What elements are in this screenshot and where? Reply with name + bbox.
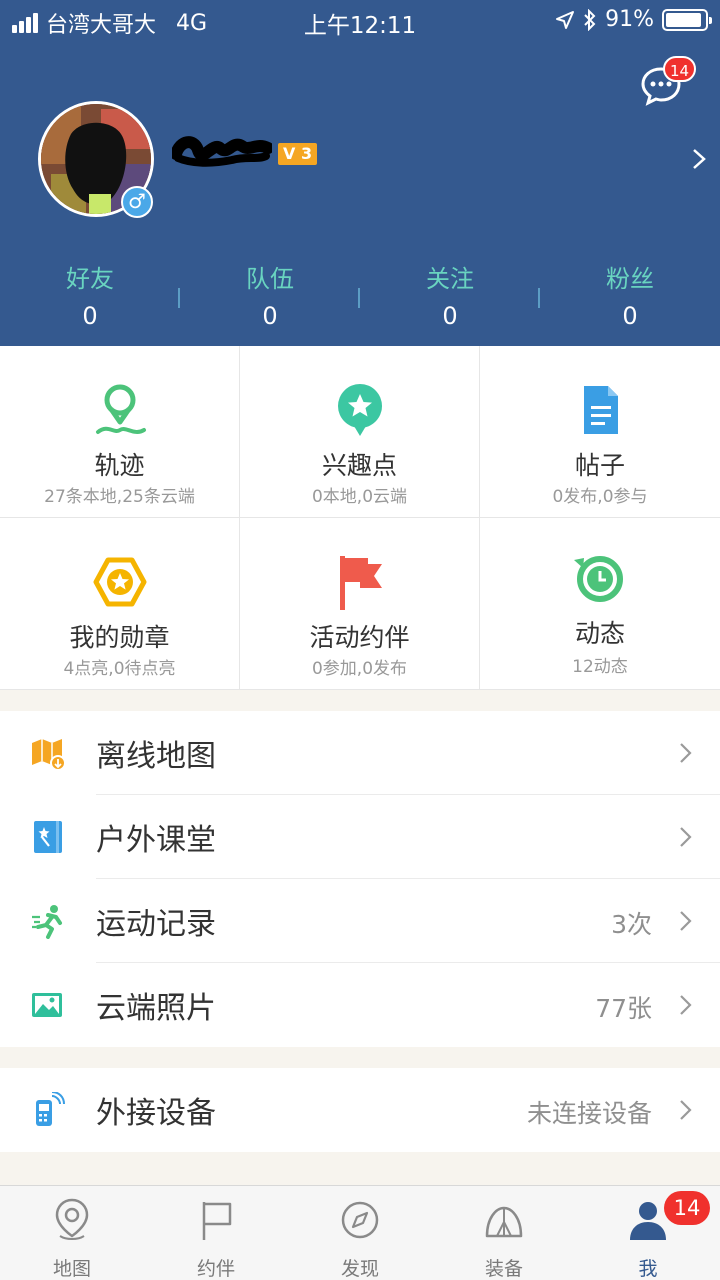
chevron-right-icon <box>680 827 692 847</box>
poi-star-icon <box>338 384 382 436</box>
tab-label: 发现 <box>340 1258 379 1280</box>
track-pin-icon <box>96 384 146 434</box>
tent-icon <box>485 1206 523 1238</box>
menu-label: 外接设备 <box>96 1096 216 1131</box>
stats-bar: 好友 0 队伍 0 关注 0 粉丝 0 <box>0 262 720 336</box>
tab-bar: 地图 约伴 发现 装备 我 <box>0 1185 720 1280</box>
grid-title: 活动约伴 <box>309 623 410 652</box>
grid-item-activities[interactable]: 活动约伴 0参加,0发布 <box>240 518 480 690</box>
level-v-mark: V <box>283 144 296 163</box>
stat-value: 0 <box>82 302 98 330</box>
stat-value: 0 <box>442 302 458 330</box>
nickname-scribble <box>172 136 272 167</box>
tab-label: 我 <box>638 1258 658 1280</box>
tab-discover[interactable]: 发现 <box>288 1186 432 1280</box>
outdoor-class-icon <box>34 821 62 853</box>
grid-title: 兴趣点 <box>321 451 397 480</box>
flag-tab-icon <box>202 1202 232 1240</box>
map-pin-icon <box>55 1198 89 1240</box>
stat-following[interactable]: 关注 0 <box>360 262 540 336</box>
offline-map-icon <box>32 739 66 771</box>
chevron-right-icon[interactable] <box>690 146 708 172</box>
grid-title: 轨迹 <box>94 451 145 480</box>
stat-friends[interactable]: 好友 0 <box>0 262 180 336</box>
message-badge: 14 <box>663 56 697 82</box>
device-icon <box>36 1092 65 1126</box>
tab-companions[interactable]: 约伴 <box>144 1186 288 1280</box>
grid-title: 我的勋章 <box>69 623 170 652</box>
stat-value: 0 <box>262 302 278 330</box>
grid-title: 动态 <box>574 619 625 648</box>
grid-item-posts[interactable]: 帖子 0发布,0参与 <box>480 346 720 518</box>
compass-icon <box>341 1201 379 1239</box>
grid-subtitle: 0参加,0发布 <box>311 659 408 679</box>
stat-label: 队伍 <box>246 265 294 293</box>
chevron-right-icon <box>680 911 692 931</box>
photo-icon <box>32 993 62 1017</box>
menu-item-cloud-photos[interactable]: 云端照片 77张 <box>0 963 720 1047</box>
menu-item-offline-map[interactable]: 离线地图 <box>0 711 720 795</box>
tab-label: 装备 <box>484 1258 523 1280</box>
menu-label: 户外课堂 <box>96 823 216 858</box>
clock-refresh-icon <box>574 556 623 602</box>
menu-item-sport-records[interactable]: 运动记录 3次 <box>0 879 720 963</box>
status-bar: 台湾大哥大 4G 上午12:11 91% <box>0 0 720 40</box>
menu-label: 离线地图 <box>96 739 216 774</box>
level-number: 3 <box>300 144 313 163</box>
grid-item-poi[interactable]: 兴趣点 0本地,0云端 <box>240 346 480 518</box>
male-icon: ♂ <box>121 186 153 218</box>
flag-icon <box>340 556 382 610</box>
stat-label: 粉丝 <box>606 265 654 293</box>
battery-percent: 91% <box>605 7 654 32</box>
grid-title: 帖子 <box>574 451 625 480</box>
level-badge: V 3 <box>278 143 318 165</box>
bluetooth-icon <box>584 8 596 31</box>
grid-subtitle: 27条本地,25条云端 <box>44 487 195 507</box>
grid-subtitle: 12动态 <box>572 657 628 677</box>
stat-teams[interactable]: 队伍 0 <box>180 262 360 336</box>
tab-label: 地图 <box>52 1258 91 1280</box>
grid-subtitle: 0发布,0参与 <box>552 487 648 507</box>
running-icon <box>32 905 62 939</box>
menu-value: 未连接设备 <box>526 1099 652 1128</box>
medal-icon <box>93 557 147 607</box>
document-icon <box>584 386 618 434</box>
grid-item-tracks[interactable]: 轨迹 27条本地,25条云端 <box>0 346 240 518</box>
location-arrow-icon <box>556 10 575 29</box>
profile-header: 台湾大哥大 4G 上午12:11 91% 14 ♂ V 3 好友 0 队伍 0 … <box>0 0 720 346</box>
tab-equipment[interactable]: 装备 <box>432 1186 576 1280</box>
menu-item-outdoor-class[interactable]: 户外课堂 <box>0 795 720 879</box>
grid-item-medals[interactable]: 我的勋章 4点亮,0待点亮 <box>0 518 240 690</box>
grid-subtitle: 4点亮,0待点亮 <box>63 659 176 679</box>
grid-subtitle: 0本地,0云端 <box>311 487 408 507</box>
menu-value: 3次 <box>611 910 652 939</box>
stat-label: 关注 <box>426 265 474 293</box>
menu-group: 离线地图 户外课堂 运动记录 3次 云端照片 77张 <box>0 711 720 1047</box>
menu-label: 云端照片 <box>96 991 216 1026</box>
stat-label: 好友 <box>66 265 114 293</box>
chevron-right-icon <box>680 743 692 763</box>
device-group: 外接设备 未连接设备 <box>0 1068 720 1152</box>
stat-fans[interactable]: 粉丝 0 <box>540 262 720 336</box>
feature-grid: 轨迹 27条本地,25条云端 兴趣点 0本地,0云端 帖子 0发布,0参与 我的… <box>0 346 720 690</box>
grid-item-moments[interactable]: 动态 12动态 <box>480 518 720 690</box>
tab-map[interactable]: 地图 <box>0 1186 144 1280</box>
tab-label: 约伴 <box>196 1258 235 1280</box>
menu-label: 运动记录 <box>96 907 216 942</box>
battery-icon <box>662 8 712 31</box>
tab-badge: 14 <box>664 1191 710 1225</box>
chevron-right-icon <box>680 995 692 1015</box>
menu-item-external-device[interactable]: 外接设备 未连接设备 <box>0 1068 720 1152</box>
chevron-right-icon <box>680 1100 692 1120</box>
user-icon <box>630 1202 666 1240</box>
menu-value: 77张 <box>595 994 652 1023</box>
stat-value: 0 <box>622 302 638 330</box>
